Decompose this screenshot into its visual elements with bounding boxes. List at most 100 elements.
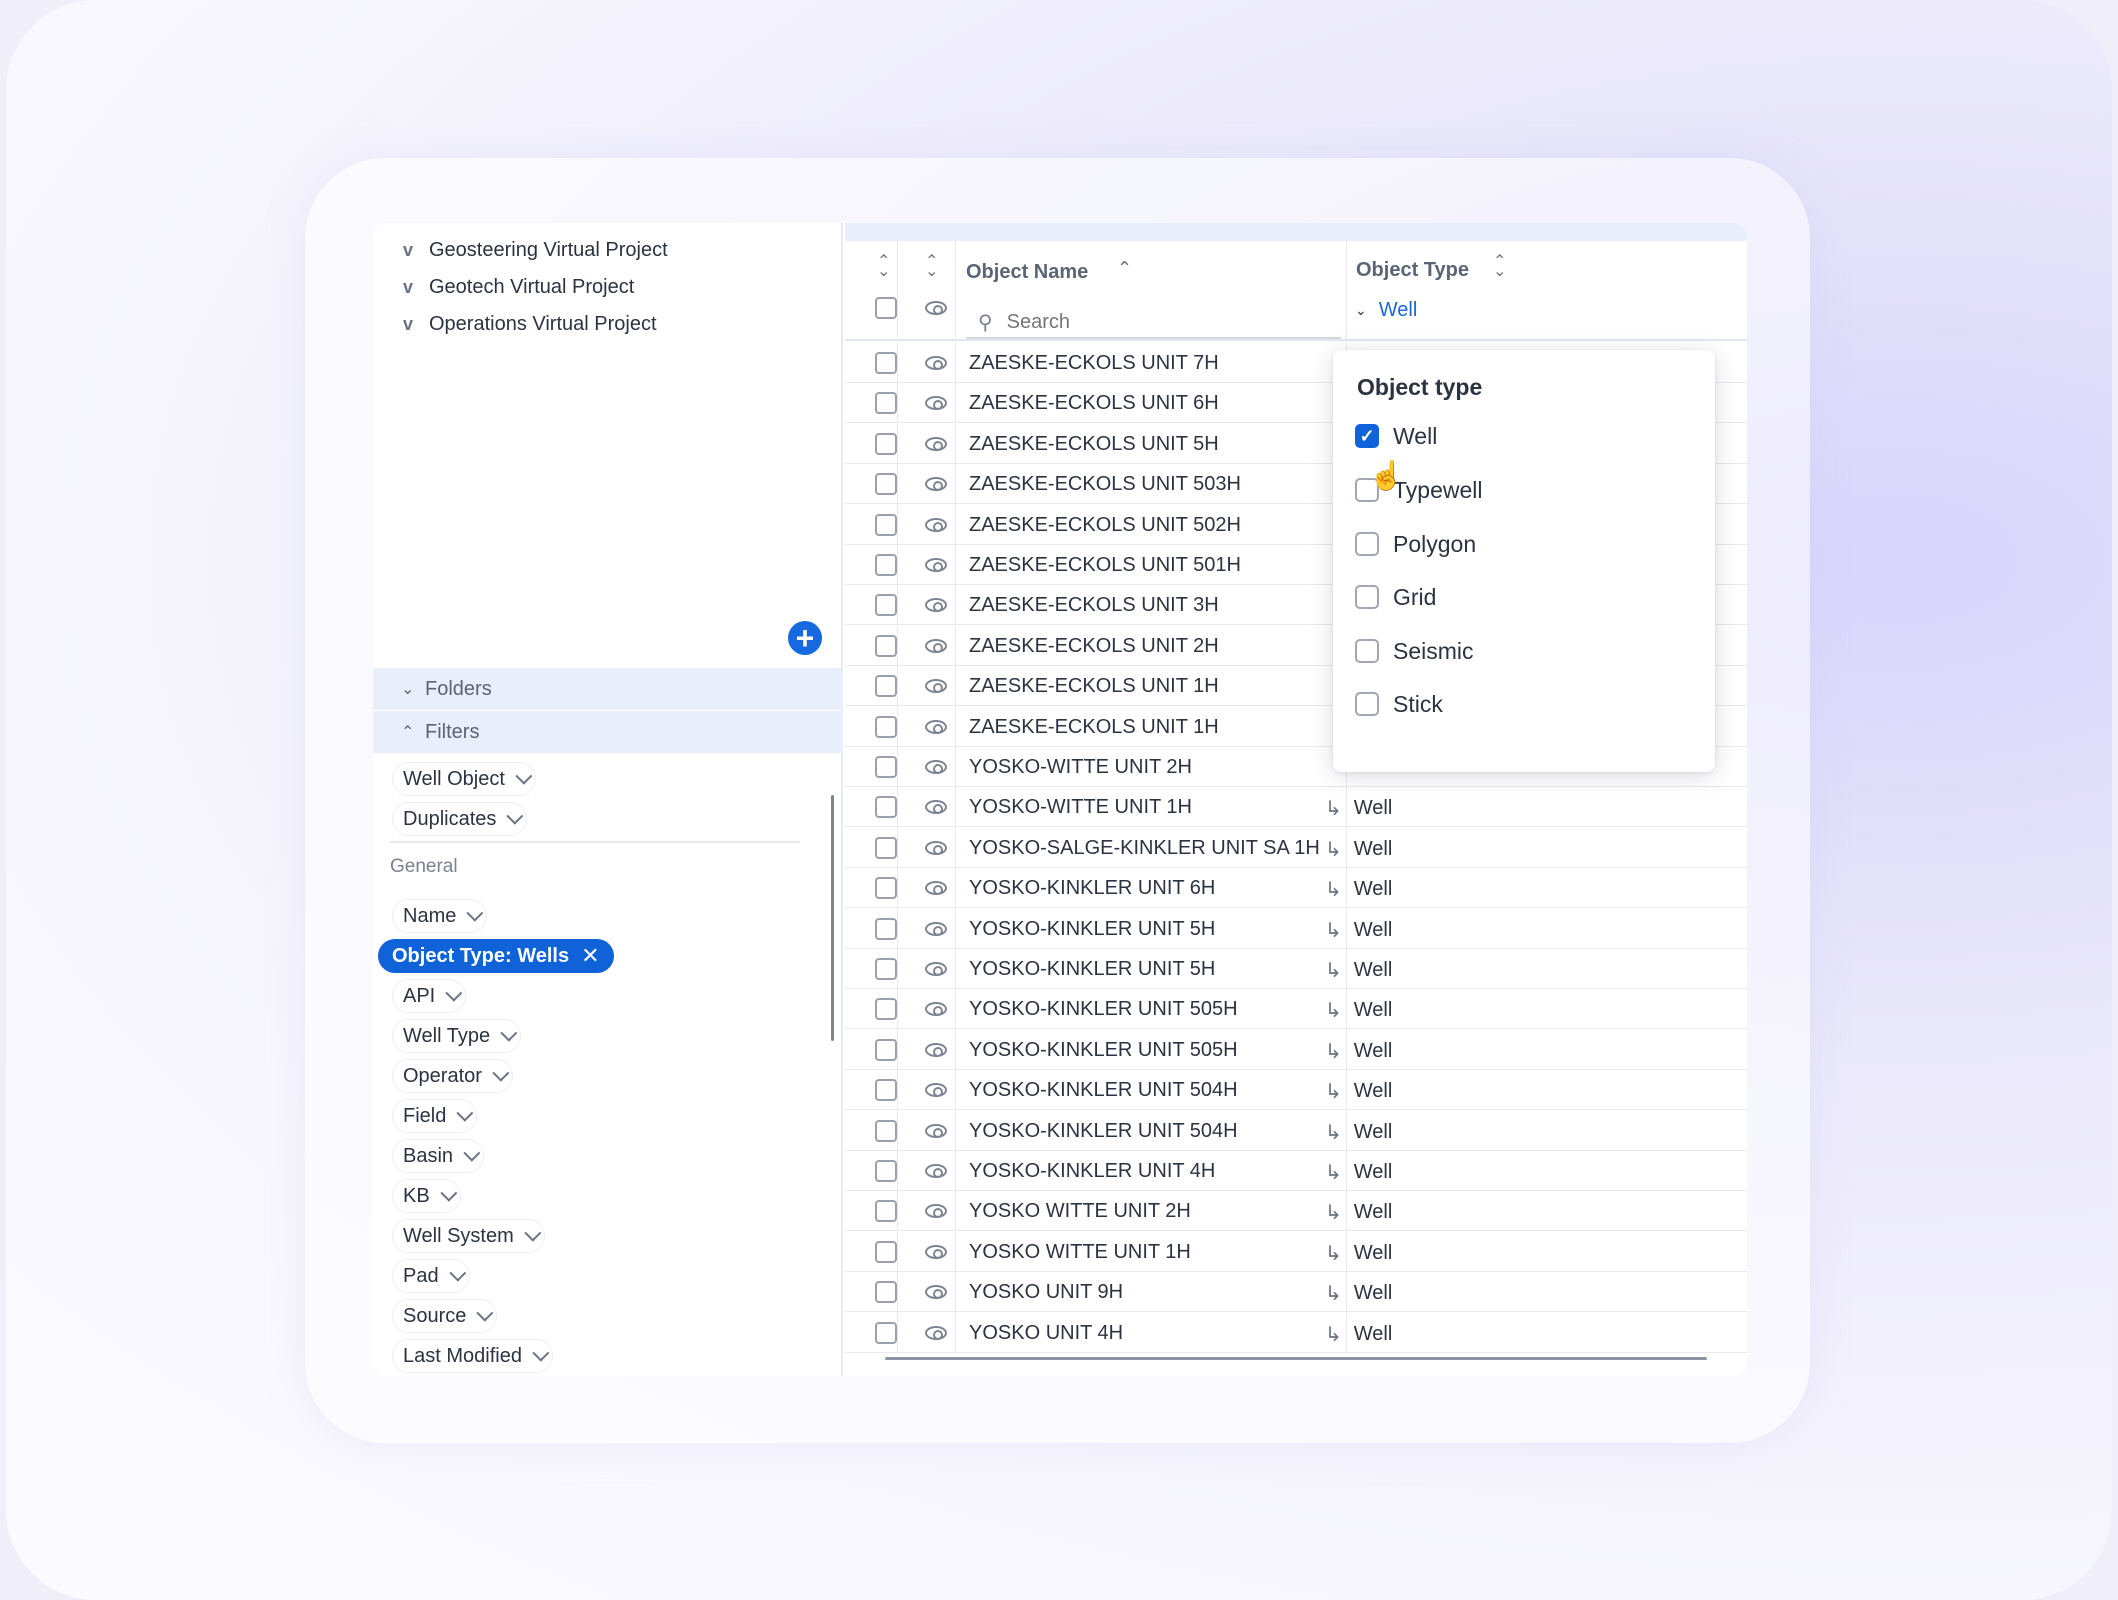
object-type-filter[interactable]: ⌄ Well	[1355, 299, 1417, 322]
option-seismic[interactable]: Seismic	[1355, 636, 1474, 666]
row-object-name[interactable]: YOSKO UNIT 9H	[969, 1281, 1123, 1304]
sort-icon[interactable]: ⌃ ⌄	[877, 254, 890, 280]
sort-icon[interactable]: ⌃ ⌄	[925, 254, 938, 280]
column-header-object-name[interactable]: Object Name	[966, 261, 1088, 284]
row-checkbox[interactable]	[875, 836, 897, 859]
row-object-name[interactable]: ZAESKE-ECKOLS UNIT 5H	[969, 433, 1219, 456]
eye-icon[interactable]	[925, 1002, 947, 1017]
eye-icon[interactable]	[925, 436, 947, 451]
eye-icon[interactable]	[925, 1204, 947, 1219]
eye-icon[interactable]	[925, 396, 947, 411]
active-filter-chip[interactable]: Object Type: Wells ✕	[378, 939, 614, 973]
filter-well-type[interactable]: Well Type	[392, 1019, 522, 1053]
table-row[interactable]: YOSKO-KINKLER UNIT 505H ↳ Well	[845, 989, 1747, 1030]
eye-icon[interactable]	[925, 921, 947, 936]
option-polygon[interactable]: Polygon	[1355, 529, 1476, 559]
filter-name[interactable]: Name	[392, 899, 488, 933]
row-checkbox[interactable]	[875, 1160, 897, 1182]
horizontal-scrollbar[interactable]	[885, 1357, 1707, 1360]
filter-well-object[interactable]: Well Object	[392, 762, 536, 796]
row-object-name[interactable]: ZAESKE-ECKOLS UNIT 503H	[969, 473, 1241, 496]
row-object-name[interactable]: YOSKO-KINKLER UNIT 6H	[969, 877, 1215, 900]
eye-icon[interactable]	[925, 1123, 947, 1138]
row-checkbox[interactable]	[875, 634, 897, 657]
checkbox[interactable]	[1355, 639, 1379, 663]
select-all-checkbox[interactable]	[875, 297, 897, 319]
filter-pad[interactable]: Pad	[392, 1259, 470, 1293]
row-checkbox[interactable]	[875, 432, 897, 455]
option-well[interactable]: ✓ Well	[1355, 421, 1437, 451]
eye-icon[interactable]	[925, 679, 947, 694]
row-object-name[interactable]: YOSKO-KINKLER UNIT 5H	[969, 958, 1215, 981]
row-object-name[interactable]: YOSKO-KINKLER UNIT 5H	[969, 918, 1215, 941]
table-row[interactable]: YOSKO WITTE UNIT 1H ↳ Well	[845, 1231, 1747, 1272]
row-checkbox[interactable]	[875, 958, 897, 980]
add-project-button[interactable]: +	[788, 621, 822, 655]
eye-icon[interactable]	[925, 1244, 947, 1259]
row-object-name[interactable]: YOSKO-WITTE UNIT 2H	[969, 756, 1192, 779]
row-checkbox[interactable]	[875, 1119, 897, 1142]
filter-duplicates[interactable]: Duplicates	[392, 802, 528, 836]
row-object-name[interactable]: ZAESKE-ECKOLS UNIT 1H	[969, 675, 1219, 698]
row-checkbox[interactable]	[875, 917, 897, 940]
option-stick[interactable]: Stick	[1355, 689, 1443, 719]
row-object-name[interactable]: ZAESKE-ECKOLS UNIT 501H	[969, 554, 1241, 577]
object-name-search[interactable]: ⚲	[966, 307, 1341, 339]
row-object-name[interactable]: YOSKO-KINKLER UNIT 4H	[969, 1160, 1215, 1183]
eye-icon[interactable]	[925, 477, 947, 492]
filter-api[interactable]: API	[392, 979, 467, 1013]
row-object-name[interactable]: YOSKO-KINKLER UNIT 505H	[969, 1039, 1238, 1062]
row-checkbox[interactable]	[875, 877, 897, 900]
row-checkbox[interactable]	[875, 392, 897, 415]
table-row[interactable]: YOSKO-KINKLER UNIT 5H ↳ Well	[845, 908, 1747, 949]
row-checkbox[interactable]	[875, 675, 897, 698]
table-row[interactable]: YOSKO-KINKLER UNIT 504H ↳ Well	[845, 1070, 1747, 1111]
filter-field[interactable]: Field	[392, 1099, 478, 1133]
row-checkbox[interactable]	[875, 594, 897, 617]
eye-icon[interactable]	[925, 719, 947, 734]
project-item-operations[interactable]: v Operations Virtual Project	[403, 309, 657, 339]
checkbox[interactable]	[1355, 585, 1379, 609]
row-checkbox[interactable]	[875, 796, 897, 819]
filter-kb[interactable]: KB	[392, 1179, 461, 1213]
chevron-up-icon[interactable]: ⌃	[1117, 259, 1132, 277]
eye-icon[interactable]	[925, 356, 947, 370]
row-checkbox[interactable]	[875, 1321, 897, 1344]
table-row[interactable]: YOSKO UNIT 4H ↳ Well	[845, 1312, 1747, 1353]
filter-last-modified[interactable]: Last Modified	[392, 1339, 553, 1373]
eye-icon[interactable]	[925, 760, 947, 774]
table-row[interactable]: YOSKO-KINKLER UNIT 4H ↳ Well	[845, 1151, 1747, 1191]
eye-icon[interactable]	[925, 800, 947, 815]
eye-icon[interactable]	[925, 598, 947, 613]
project-item-geosteering[interactable]: v Geosteering Virtual Project	[403, 235, 668, 265]
row-object-name[interactable]: YOSKO-WITTE UNIT 1H	[969, 796, 1192, 819]
checkbox[interactable]	[1355, 692, 1379, 716]
eye-icon[interactable]	[925, 301, 947, 315]
filter-operator[interactable]: Operator	[392, 1059, 513, 1093]
row-object-name[interactable]: YOSKO UNIT 4H	[969, 1322, 1123, 1345]
row-checkbox[interactable]	[875, 513, 897, 536]
row-object-name[interactable]: YOSKO-KINKLER UNIT 504H	[969, 1120, 1238, 1143]
eye-icon[interactable]	[925, 840, 947, 855]
row-checkbox[interactable]	[875, 1200, 897, 1223]
row-checkbox[interactable]	[875, 1038, 897, 1061]
eye-icon[interactable]	[925, 881, 947, 896]
row-checkbox[interactable]	[875, 554, 897, 576]
row-checkbox[interactable]	[875, 998, 897, 1021]
row-object-name[interactable]: YOSKO-KINKLER UNIT 505H	[969, 998, 1238, 1021]
eye-icon[interactable]	[925, 638, 947, 653]
column-header-object-type[interactable]: Object Type	[1356, 259, 1469, 282]
row-checkbox[interactable]	[875, 352, 897, 374]
row-checkbox[interactable]	[875, 715, 897, 738]
row-checkbox[interactable]	[875, 756, 897, 778]
sort-icon[interactable]: ⌃ ⌄	[1493, 254, 1506, 280]
eye-icon[interactable]	[925, 1083, 947, 1098]
eye-icon[interactable]	[925, 1164, 947, 1178]
row-checkbox[interactable]	[875, 1281, 897, 1304]
table-row[interactable]: YOSKO-KINKLER UNIT 5H ↳ Well	[845, 949, 1747, 989]
eye-icon[interactable]	[925, 1285, 947, 1300]
option-grid[interactable]: Grid	[1355, 582, 1436, 612]
table-row[interactable]: YOSKO UNIT 9H ↳ Well	[845, 1272, 1747, 1313]
filter-well-system[interactable]: Well System	[392, 1219, 545, 1253]
row-object-name[interactable]: ZAESKE-ECKOLS UNIT 3H	[969, 594, 1219, 617]
